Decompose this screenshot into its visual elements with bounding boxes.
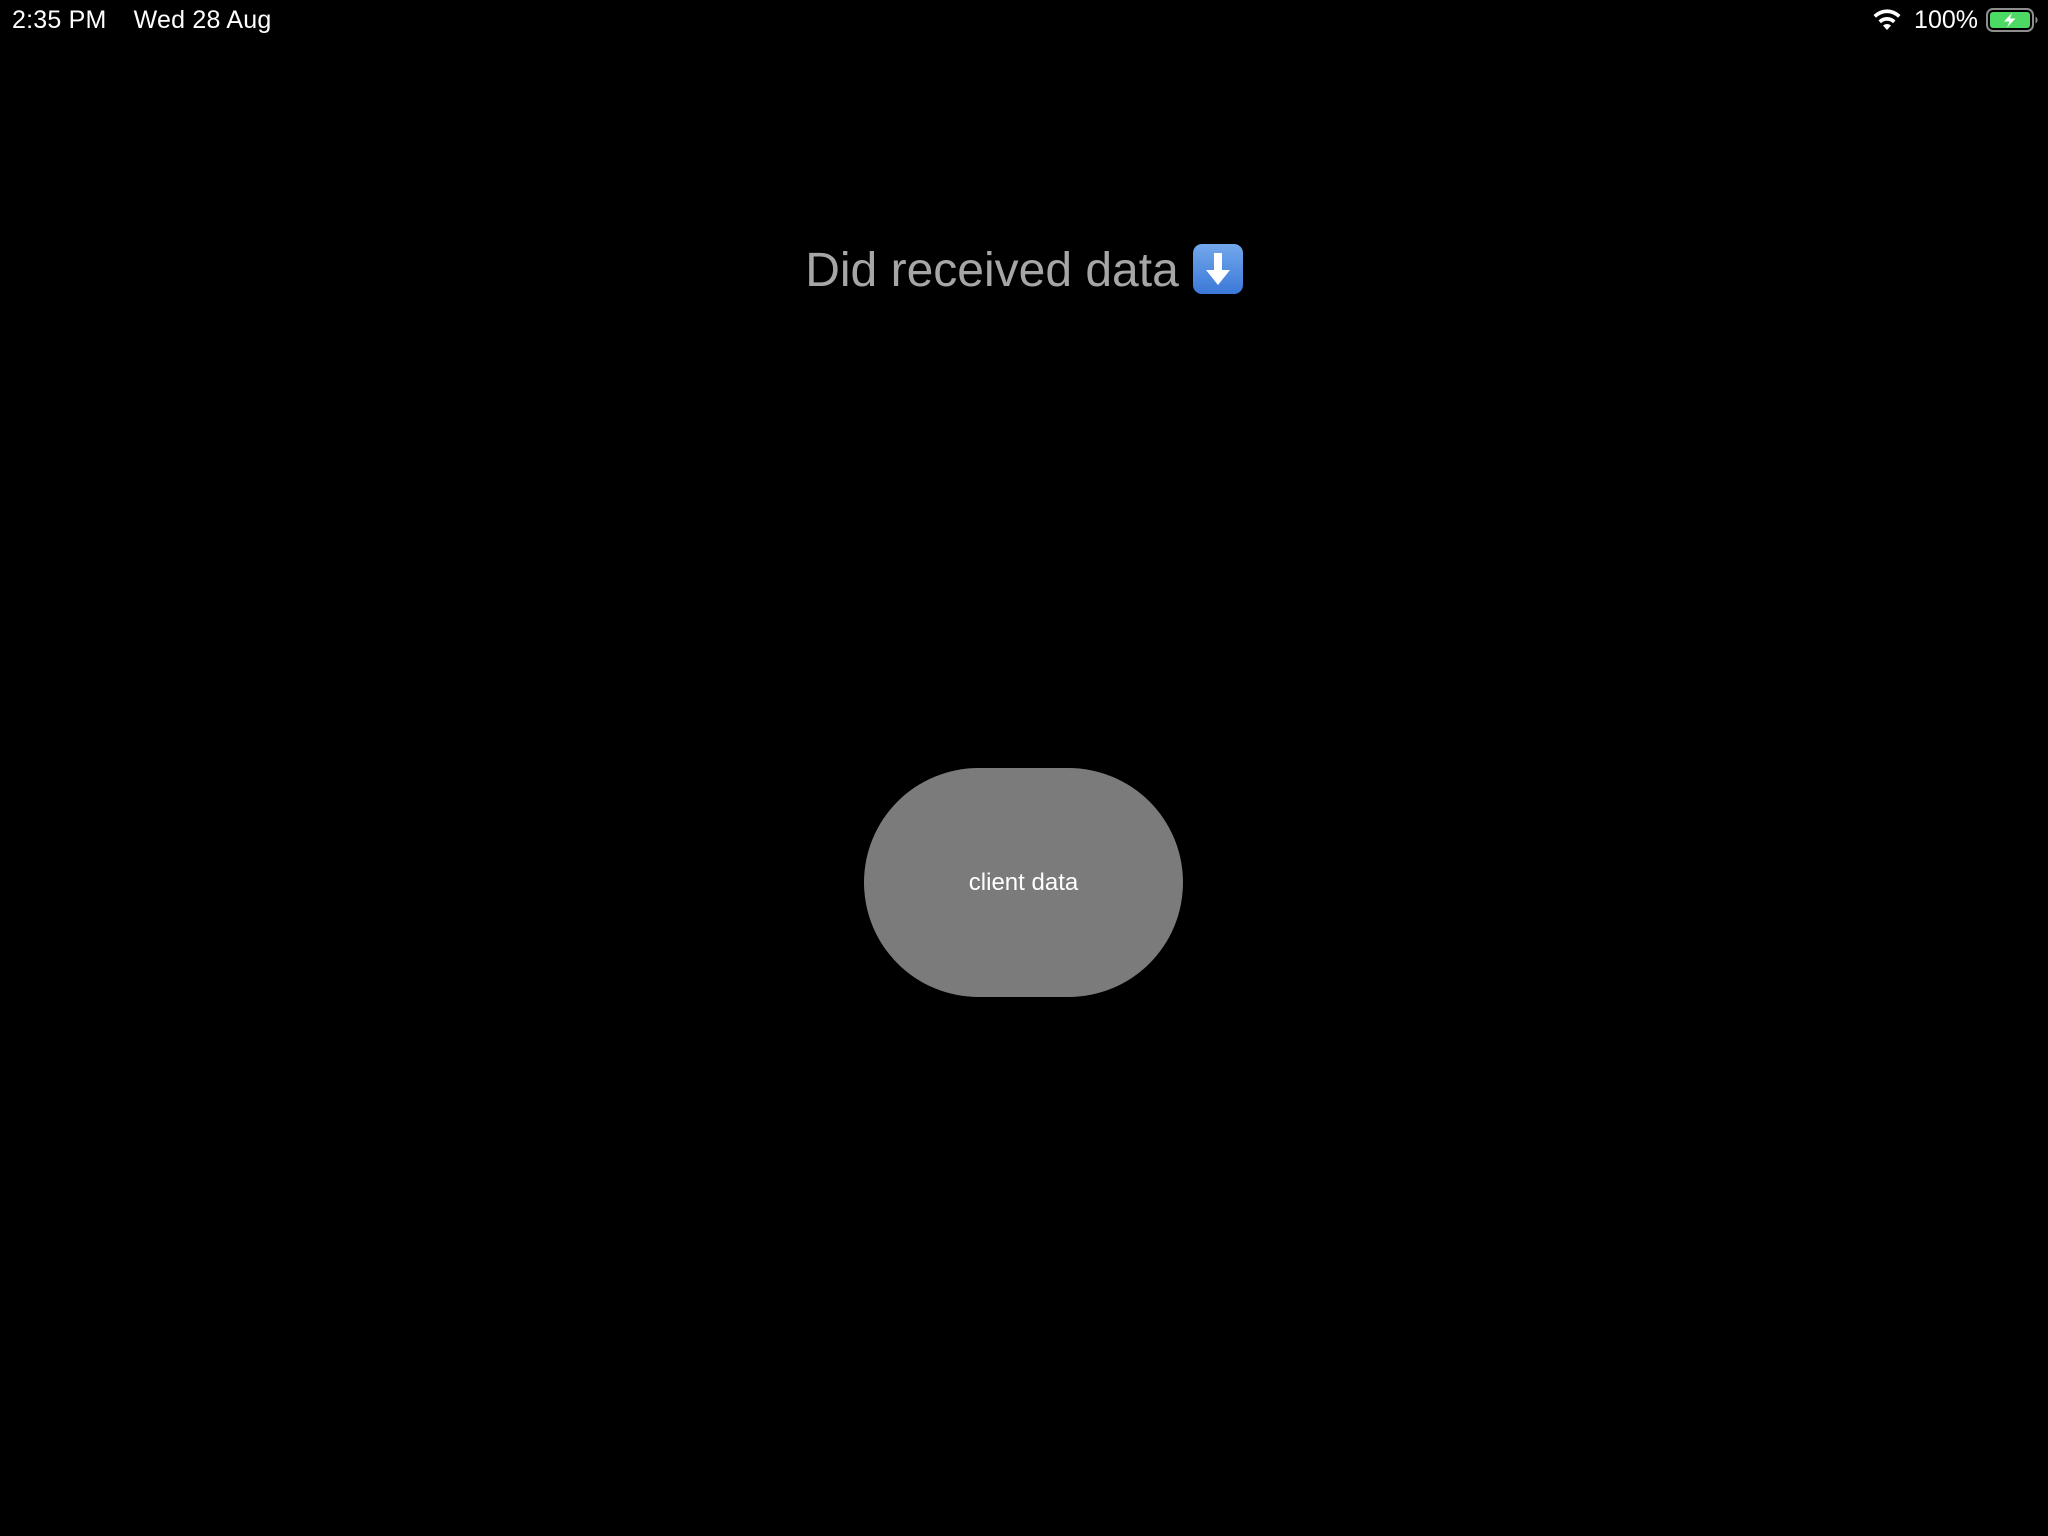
- page-title-text: Did received data: [805, 244, 1179, 297]
- client-data-button[interactable]: client data: [864, 768, 1183, 997]
- wifi-icon: [1872, 8, 1902, 32]
- battery-percent: 100%: [1914, 6, 1978, 34]
- status-bar: 2:35 PM Wed 28 Aug 100%: [0, 0, 2048, 40]
- page-title: Did received data: [0, 238, 2048, 304]
- down-arrow-emoji-icon: [1192, 244, 1243, 295]
- battery-charging-icon: [1986, 8, 2040, 32]
- status-right: 100%: [1872, 5, 2040, 35]
- status-left: 2:35 PM Wed 28 Aug: [12, 5, 271, 35]
- client-data-button-label: client data: [968, 868, 1079, 896]
- status-time: 2:35 PM: [12, 6, 107, 34]
- status-date: Wed 28 Aug: [133, 6, 272, 34]
